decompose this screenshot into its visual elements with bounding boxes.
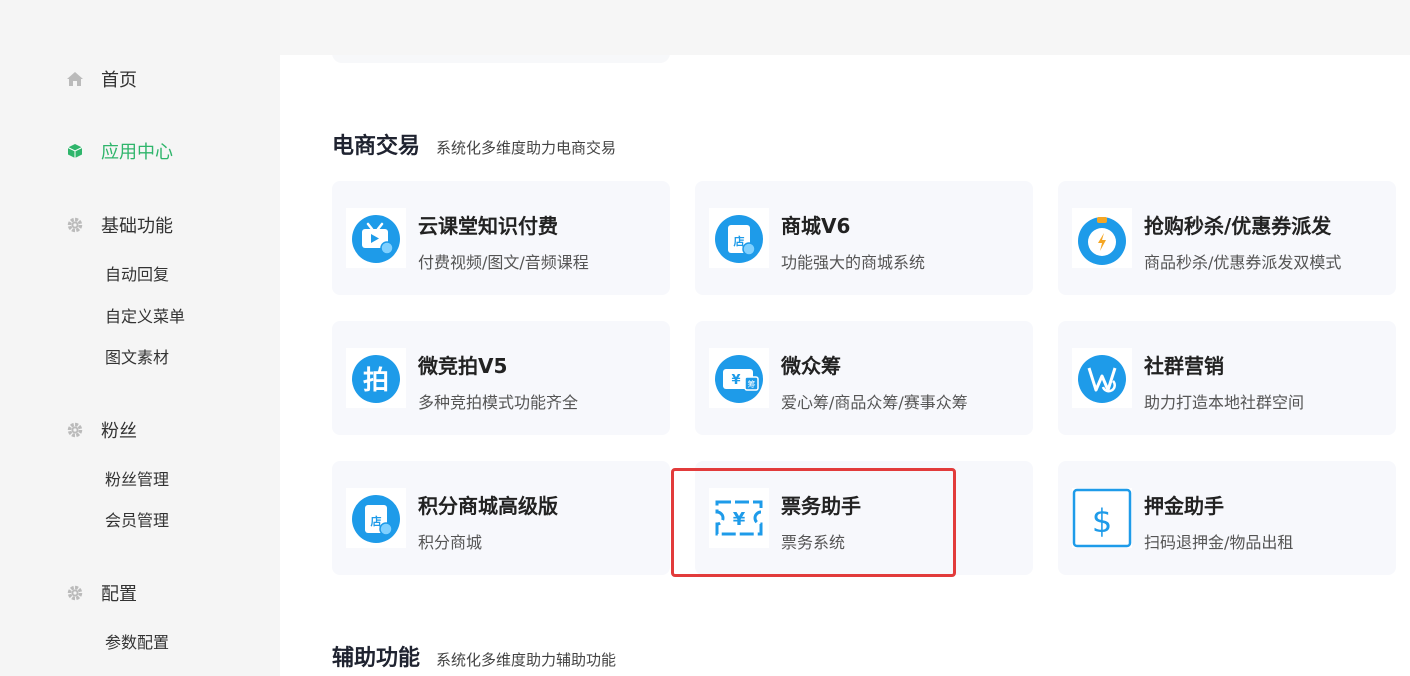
section-title: 电商交易 bbox=[332, 134, 421, 159]
crowdfunding-icon: ¥ 筹 bbox=[709, 348, 769, 408]
main-content: 电商交易 系统化多维度助力电商交易 云课堂知识付费 付费视频/图文/音频课程 店… bbox=[280, 55, 1410, 676]
top-bar bbox=[280, 0, 1410, 55]
cube-icon bbox=[66, 142, 84, 160]
nav-fans-manage[interactable]: 粉丝管理 bbox=[105, 466, 169, 490]
points-mall-icon: 店 bbox=[346, 488, 406, 548]
nav-app-center[interactable]: 应用中心 bbox=[66, 139, 173, 163]
svg-text:$: $ bbox=[1092, 502, 1112, 540]
app-card-ticket[interactable]: ¥ 票务助手 票务系统 bbox=[695, 461, 1033, 575]
nav-basic[interactable]: 基础功能 bbox=[66, 213, 173, 237]
app-card-crowdfunding[interactable]: ¥ 筹 微众筹 爱心筹/商品众筹/赛事众筹 bbox=[695, 321, 1033, 435]
sidebar: 首页 应用中心 基础功能 自动回复 自定义菜单 图文素材 粉丝 粉丝管理 会员管… bbox=[0, 0, 280, 676]
deposit-icon: $ bbox=[1072, 488, 1132, 548]
svg-text:店: 店 bbox=[371, 514, 382, 528]
app-card-name: 微众筹 bbox=[781, 354, 841, 378]
nav-basic-label: 基础功能 bbox=[101, 216, 173, 237]
app-card-name: 社群营销 bbox=[1144, 354, 1224, 378]
app-card-desc: 爱心筹/商品众筹/赛事众筹 bbox=[781, 393, 968, 412]
nav-fans-label: 粉丝 bbox=[101, 421, 137, 442]
svg-text:¥: ¥ bbox=[733, 509, 746, 530]
nav-param-config[interactable]: 参数配置 bbox=[105, 629, 169, 653]
app-card-desc: 功能强大的商城系统 bbox=[781, 253, 926, 272]
app-card-deposit[interactable]: $ 押金助手 扫码退押金/物品出租 bbox=[1058, 461, 1396, 575]
section-ecommerce-header: 电商交易 系统化多维度助力电商交易 bbox=[332, 128, 616, 160]
nav-app-center-label: 应用中心 bbox=[101, 142, 173, 163]
nav-fans[interactable]: 粉丝 bbox=[66, 418, 137, 442]
nav-home-label: 首页 bbox=[101, 70, 137, 91]
app-card-desc: 付费视频/图文/音频课程 bbox=[418, 253, 589, 272]
section-title: 辅助功能 bbox=[332, 646, 421, 671]
app-card-name: 押金助手 bbox=[1144, 494, 1224, 518]
app-card-points-mall[interactable]: 店 积分商城高级版 积分商城 bbox=[332, 461, 670, 575]
app-card-mall-v6[interactable]: 店 商城V6 功能强大的商城系统 bbox=[695, 181, 1033, 295]
app-card-desc: 积分商城 bbox=[418, 533, 483, 552]
community-icon bbox=[1072, 348, 1132, 408]
auction-icon: 拍 bbox=[346, 348, 406, 408]
app-card-name: 云课堂知识付费 bbox=[418, 214, 558, 238]
app-card-name: 微竞拍V5 bbox=[418, 354, 508, 378]
nav-config-label: 配置 bbox=[101, 584, 137, 605]
app-card-desc: 票务系统 bbox=[781, 533, 846, 552]
section-subtitle: 系统化多维度助力辅助功能 bbox=[436, 651, 617, 669]
nav-auto-reply[interactable]: 自动回复 bbox=[105, 261, 169, 285]
gear-icon bbox=[66, 216, 84, 234]
app-card-flash-sale[interactable]: 抢购秒杀/优惠券派发 商品秒杀/优惠券派发双模式 bbox=[1058, 181, 1396, 295]
nav-config[interactable]: 配置 bbox=[66, 581, 137, 605]
svg-text:拍: 拍 bbox=[363, 366, 389, 396]
video-course-icon bbox=[346, 208, 406, 268]
svg-text:¥: ¥ bbox=[731, 373, 740, 388]
app-card-name: 票务助手 bbox=[781, 494, 861, 518]
nav-home[interactable]: 首页 bbox=[66, 67, 137, 91]
stopwatch-icon bbox=[1072, 208, 1132, 268]
section-assist-header: 辅助功能 系统化多维度助力辅助功能 bbox=[332, 640, 616, 672]
app-card-desc: 多种竞拍模式功能齐全 bbox=[418, 393, 579, 412]
previous-card-edge bbox=[332, 55, 670, 63]
app-card-cloud-class[interactable]: 云课堂知识付费 付费视频/图文/音频课程 bbox=[332, 181, 670, 295]
gear-icon bbox=[66, 421, 84, 439]
nav-custom-menu[interactable]: 自定义菜单 bbox=[105, 303, 185, 327]
svg-text:店: 店 bbox=[734, 234, 745, 248]
app-card-auction[interactable]: 拍 微竞拍V5 多种竞拍模式功能齐全 bbox=[332, 321, 670, 435]
app-card-desc: 助力打造本地社群空间 bbox=[1144, 393, 1305, 412]
app-card-community[interactable]: 社群营销 助力打造本地社群空间 bbox=[1058, 321, 1396, 435]
app-card-desc: 商品秒杀/优惠券派发双模式 bbox=[1144, 253, 1342, 272]
nav-member-manage[interactable]: 会员管理 bbox=[105, 507, 169, 531]
app-card-desc: 扫码退押金/物品出租 bbox=[1144, 533, 1294, 552]
mall-store-icon: 店 bbox=[709, 208, 769, 268]
nav-media-library[interactable]: 图文素材 bbox=[105, 344, 169, 368]
gear-icon bbox=[66, 584, 84, 602]
app-card-name: 抢购秒杀/优惠券派发 bbox=[1144, 214, 1332, 238]
ticket-icon: ¥ bbox=[709, 488, 769, 548]
home-icon bbox=[66, 70, 84, 88]
section-subtitle: 系统化多维度助力电商交易 bbox=[436, 139, 617, 157]
app-card-name: 积分商城高级版 bbox=[418, 494, 558, 518]
app-card-name: 商城V6 bbox=[781, 214, 851, 238]
svg-text:筹: 筹 bbox=[748, 379, 756, 389]
